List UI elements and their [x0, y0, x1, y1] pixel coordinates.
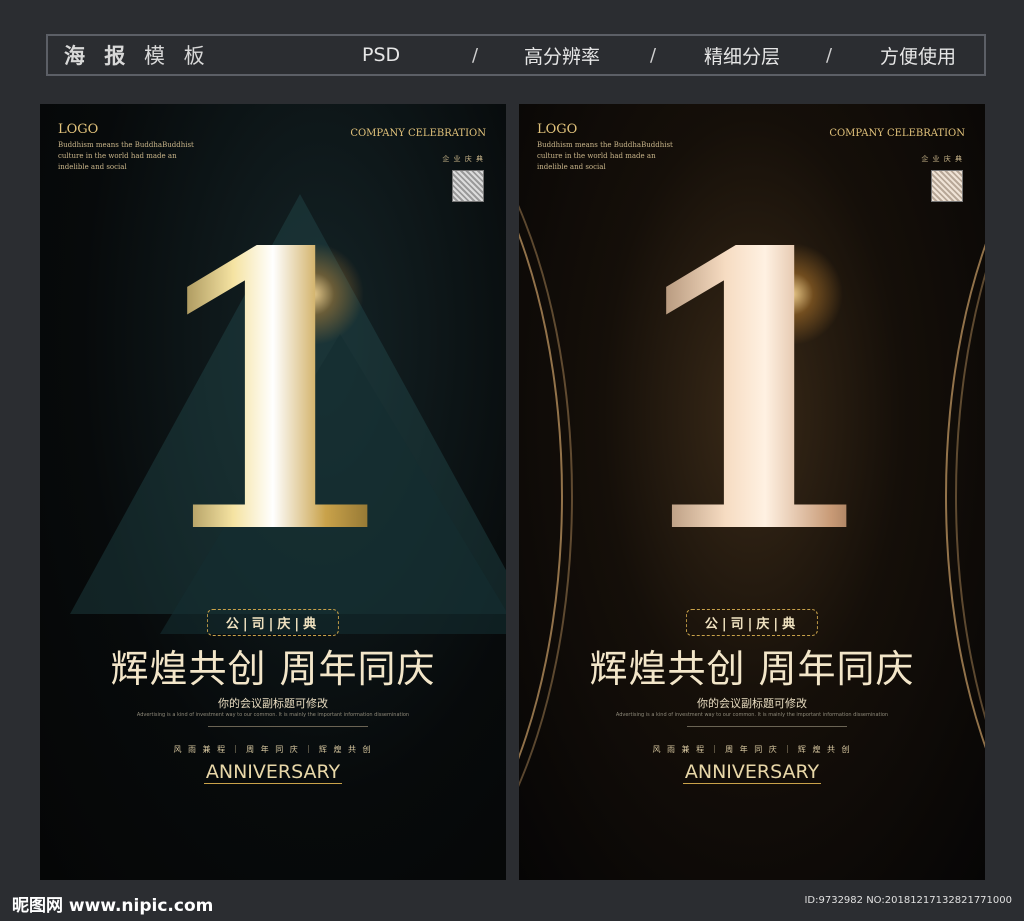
poster-description: Buddhism means the BuddhaBuddhist cultur…	[58, 141, 194, 171]
headline: 辉煌共创 周年同庆	[589, 647, 915, 691]
motto: 风 雨 兼 程 ｜ 周 年 同 庆 ｜ 辉 煌 共 创	[173, 745, 373, 754]
headline: 辉煌共创 周年同庆	[110, 647, 436, 691]
site-watermark: 昵图网 www.nipic.com	[12, 896, 214, 916]
big-number-text: 1	[140, 170, 406, 617]
fine-print: Advertising is a kind of investment way …	[136, 712, 410, 718]
banner-title-rest: 模 板	[131, 44, 211, 68]
qr-code-icon	[931, 170, 963, 202]
company-celebration: COMPANY CELEBRATION	[829, 128, 965, 139]
fine-print: Advertising is a kind of investment way …	[615, 712, 889, 718]
poster-description: Buddhism means the BuddhaBuddhist cultur…	[537, 141, 673, 171]
anniversary-text: ANNIVERSARY	[682, 761, 822, 784]
company-celebration: COMPANY CELEBRATION	[350, 128, 486, 139]
feature-psd: PSD	[362, 44, 401, 66]
poster-rose-gold: LOGO Buddhism means the BuddhaBuddhist c…	[519, 104, 985, 880]
banner-title-bold: 海 报	[64, 44, 132, 68]
separator: /	[826, 44, 833, 66]
separator: /	[472, 44, 479, 66]
poster-logo: LOGO	[537, 122, 578, 137]
big-number: 1	[40, 204, 506, 584]
feature-layers: 精细分层	[704, 45, 781, 68]
poster-teal: LOGO Buddhism means the BuddhaBuddhist c…	[40, 104, 506, 880]
divider	[687, 726, 847, 727]
banner-title: 海 报 模 板	[64, 40, 354, 70]
separator: /	[650, 44, 657, 66]
big-number: 1	[519, 204, 985, 584]
feature-easy: 方便使用	[880, 45, 957, 68]
feature-resolution: 高分辨率	[524, 45, 601, 68]
qr-code-icon	[452, 170, 484, 202]
big-number-text: 1	[619, 170, 885, 617]
anniversary-label: ANNIVERSARY	[519, 761, 985, 784]
anniversary-text: ANNIVERSARY	[203, 761, 343, 784]
anniversary-label: ANNIVERSARY	[40, 761, 506, 784]
top-banner: 海 报 模 板 PSD / 高分辨率 / 精细分层 / 方便使用	[46, 34, 986, 76]
divider	[208, 726, 368, 727]
motto: 风 雨 兼 程 ｜ 周 年 同 庆 ｜ 辉 煌 共 创	[652, 745, 852, 754]
poster-logo: LOGO	[58, 122, 99, 137]
company-celebration-cn: 企 业 庆 典	[921, 155, 963, 163]
celebration-badge: 公|司|庆|典	[206, 609, 340, 636]
celebration-badge: 公|司|庆|典	[685, 609, 819, 636]
image-id: ID:9732982 NO:20181217132821771000	[804, 895, 1012, 906]
subtitle: 你的会议副标题可修改	[697, 697, 807, 710]
subtitle: 你的会议副标题可修改	[218, 697, 328, 710]
company-celebration-cn: 企 业 庆 典	[442, 155, 484, 163]
